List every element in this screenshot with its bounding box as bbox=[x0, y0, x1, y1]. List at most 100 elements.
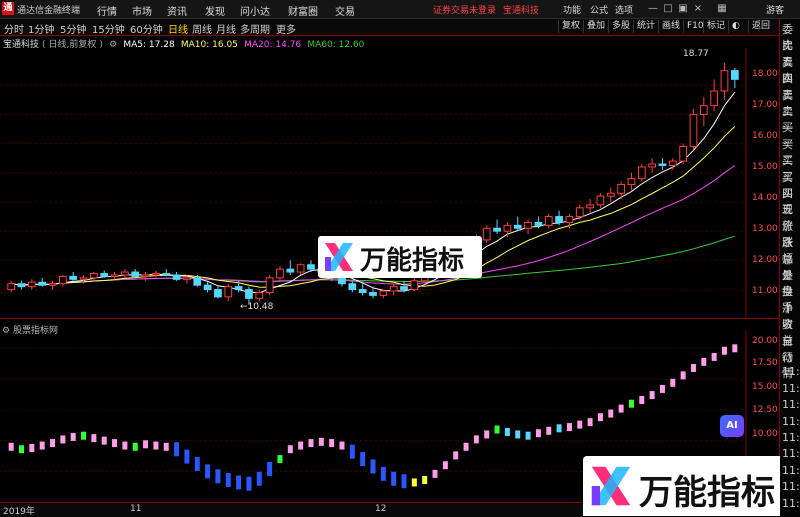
candle-body bbox=[689, 113, 698, 148]
indicator-bar bbox=[339, 441, 345, 450]
restore-icon[interactable]: □ bbox=[662, 2, 674, 15]
indicator-bar bbox=[391, 471, 397, 486]
candle-body bbox=[58, 275, 67, 285]
quote-field-label: 11:0 bbox=[782, 480, 800, 494]
period-60min[interactable]: 60分钟 bbox=[130, 21, 163, 36]
app-logo-icon: 通 bbox=[2, 2, 14, 15]
login-notice[interactable]: 证券交易未登录 bbox=[433, 3, 496, 16]
period-1min[interactable]: 1分钟 bbox=[28, 21, 54, 36]
period-multi[interactable]: 多周期 bbox=[240, 21, 270, 36]
watermark-center: 万能指标 bbox=[318, 236, 482, 278]
quote-field-label: 11:0 bbox=[782, 463, 800, 477]
candle bbox=[255, 289, 264, 302]
indicator-bar bbox=[546, 426, 552, 435]
menu-item-discover[interactable]: 发现 bbox=[205, 3, 225, 18]
period-5min[interactable]: 5分钟 bbox=[60, 21, 86, 36]
candle-body bbox=[544, 216, 553, 226]
ai-assistant-button[interactable]: AI bbox=[720, 415, 744, 437]
period-15min[interactable]: 15分钟 bbox=[92, 21, 125, 36]
indicator-bar bbox=[628, 399, 634, 408]
candle bbox=[69, 272, 78, 281]
period-monthly[interactable]: 月线 bbox=[216, 21, 236, 36]
candle-body bbox=[183, 277, 191, 280]
period-bar: 分时 1分钟 5分钟 15分钟 60分钟 日线 周线 月线 多周期 更多 复权 … bbox=[0, 19, 779, 36]
candle-body bbox=[255, 291, 264, 299]
candle bbox=[379, 289, 388, 299]
indicator-bar bbox=[8, 442, 14, 451]
indicator-bar bbox=[639, 396, 645, 404]
menu-item-trade[interactable]: 交易 bbox=[335, 3, 355, 18]
candle-body bbox=[7, 283, 16, 291]
candle bbox=[493, 219, 501, 235]
candle-body bbox=[193, 277, 202, 286]
candle-body bbox=[493, 227, 501, 232]
period-intraday[interactable]: 分时 bbox=[4, 21, 24, 36]
indicator-bar bbox=[153, 441, 159, 450]
indicator-bar bbox=[370, 459, 376, 474]
period-more[interactable]: 更多 bbox=[276, 21, 296, 36]
indicator-bar bbox=[525, 431, 531, 440]
menu-item-quotes[interactable]: 行情 bbox=[97, 3, 117, 18]
guest-label[interactable]: 游客 bbox=[766, 3, 784, 16]
period-weekly[interactable]: 周线 bbox=[192, 21, 212, 36]
candle bbox=[58, 274, 67, 287]
indicator-bar bbox=[721, 346, 727, 355]
indicator-bar bbox=[39, 441, 45, 450]
close-icon[interactable]: × bbox=[692, 2, 704, 15]
menu-function[interactable]: 功能 bbox=[563, 3, 581, 16]
candle-body bbox=[152, 273, 160, 276]
indicator-bar bbox=[184, 449, 190, 464]
candle-body bbox=[121, 271, 129, 276]
tool-mark[interactable]: 标记 bbox=[703, 20, 728, 33]
candle-body bbox=[555, 216, 563, 223]
candle-body bbox=[679, 146, 688, 162]
candle-body bbox=[524, 221, 532, 229]
candle-body bbox=[48, 283, 57, 286]
indicator-bar bbox=[577, 420, 583, 429]
indicator-bar bbox=[122, 441, 128, 450]
candle bbox=[7, 280, 16, 293]
indicator-bar bbox=[70, 432, 76, 441]
indicator-bar bbox=[649, 391, 655, 400]
tool-back[interactable]: 返回 bbox=[748, 20, 773, 33]
candle bbox=[121, 269, 129, 278]
tool-overlay[interactable]: 叠加 bbox=[583, 20, 608, 33]
candle-body bbox=[648, 163, 656, 168]
candle-body bbox=[131, 271, 140, 277]
indicator-tick: 20.00 bbox=[752, 336, 778, 346]
indicator-bar bbox=[711, 352, 717, 361]
indicator-bar bbox=[360, 452, 366, 467]
indicator-bar bbox=[732, 344, 738, 353]
candle-body bbox=[627, 178, 636, 185]
candle-body bbox=[338, 277, 346, 285]
layout-icon[interactable]: ▦ bbox=[716, 2, 728, 15]
indicator-bar bbox=[112, 439, 118, 448]
quote-field-label: 11:0 bbox=[782, 447, 800, 461]
menu-item-ask[interactable]: 问小达 bbox=[240, 3, 270, 18]
tool-multi-stock[interactable]: 多股 bbox=[608, 20, 633, 33]
indicator-bar bbox=[287, 445, 293, 454]
indicator-tick: 10.00 bbox=[752, 429, 778, 439]
tool-draw[interactable]: 画线 bbox=[658, 20, 683, 33]
candle-body bbox=[224, 286, 233, 298]
indicator-bar bbox=[597, 413, 603, 422]
price-tick: 18.00 bbox=[752, 69, 778, 79]
pane-divider bbox=[0, 318, 779, 319]
menu-formula[interactable]: 公式 bbox=[590, 3, 608, 16]
candle-body bbox=[110, 274, 119, 277]
quote-field-label: 11:0 bbox=[782, 365, 800, 379]
minimize-icon[interactable]: — bbox=[647, 2, 659, 15]
quote-field-label: 11:0 bbox=[782, 431, 800, 444]
tool-zoom-icon[interactable]: ◐ bbox=[728, 20, 749, 33]
menu-options[interactable]: 选项 bbox=[615, 3, 633, 16]
tool-adjust[interactable]: 复权 bbox=[558, 20, 583, 33]
period-daily[interactable]: 日线 bbox=[168, 21, 188, 36]
maximize-icon[interactable]: ▣ bbox=[677, 2, 689, 15]
indicator-bar bbox=[401, 474, 407, 489]
menu-item-wealth[interactable]: 财富圈 bbox=[288, 3, 318, 18]
current-stock-link[interactable]: 宝通科技 bbox=[503, 3, 539, 16]
menu-item-news[interactable]: 资讯 bbox=[167, 3, 187, 18]
tool-stats[interactable]: 统计 bbox=[633, 20, 658, 33]
menu-item-market[interactable]: 市场 bbox=[132, 3, 152, 18]
watermark-logo-icon bbox=[323, 241, 355, 273]
